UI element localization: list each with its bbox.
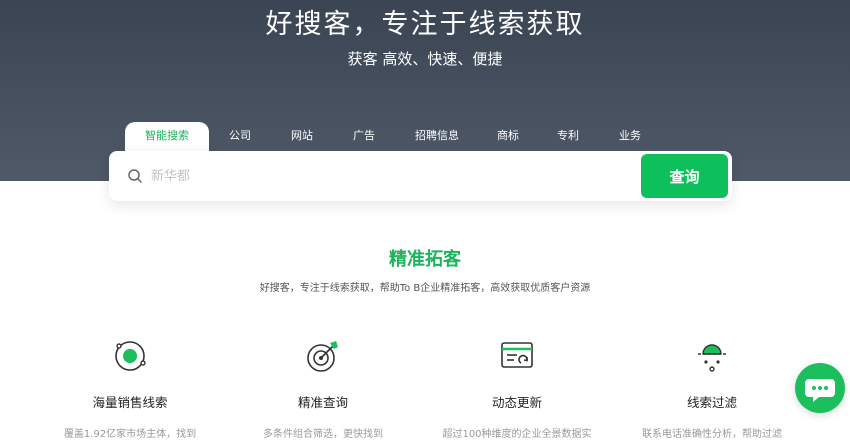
tab-business[interactable]: 业务 — [599, 122, 661, 152]
feature-desc: 联系电话准确性分析，帮助过滤 — [642, 429, 782, 440]
filter-dots-icon — [698, 344, 726, 372]
feature-name: 精准查询 — [297, 395, 348, 410]
chat-bubble-icon — [805, 379, 835, 402]
feature-massive-leads: 海量销售线索 覆盖1.92亿家市场主体，找到 — [55, 336, 205, 440]
feature-lead-filter: 线索过滤 联系电话准确性分析，帮助过滤 — [637, 336, 787, 440]
tab-smart-search[interactable]: 智能搜索 — [125, 122, 209, 152]
section-title: 精准拓客 — [389, 249, 461, 270]
search-input[interactable] — [151, 163, 621, 189]
hero-subtitle: 获客 高效、快速、便捷 — [347, 50, 503, 68]
search-tabs: 智能搜索 公司 网站 广告 招聘信息 商标 专利 业务 — [125, 122, 661, 152]
tab-patent[interactable]: 专利 — [537, 122, 599, 152]
feature-desc: 超过100种维度的企业全景数据实 — [442, 429, 592, 440]
orbit-target-icon — [115, 341, 146, 371]
search-box: 查询 — [109, 151, 732, 201]
tab-ads[interactable]: 广告 — [333, 122, 395, 152]
feature-desc: 覆盖1.92亿家市场主体，找到 — [63, 429, 197, 440]
tab-company[interactable]: 公司 — [209, 122, 271, 152]
dartboard-icon — [307, 341, 338, 372]
tab-website[interactable]: 网站 — [271, 122, 333, 152]
feature-desc: 多条件组合筛选，更快找到 — [263, 429, 383, 440]
feature-name: 海量销售线索 — [92, 395, 168, 410]
feature-name: 线索过滤 — [686, 395, 737, 410]
section-subtitle: 好搜客，专注于线索获取，帮助To B企业精准拓客，高效获取优质客户资源 — [259, 283, 591, 294]
hero-title: 好搜客，专注于线索获取 — [265, 9, 585, 40]
feature-dynamic-update: 动态更新 超过100种维度的企业全景数据实 — [442, 336, 592, 440]
feature-precise-query: 精准查询 多条件组合筛选，更快找到 — [248, 336, 398, 440]
search-button[interactable]: 查询 — [641, 154, 728, 198]
tab-trademark[interactable]: 商标 — [479, 122, 537, 152]
feature-name: 动态更新 — [491, 395, 542, 410]
chat-button[interactable] — [795, 363, 845, 413]
refresh-window-icon — [501, 342, 533, 368]
tab-recruitment[interactable]: 招聘信息 — [395, 122, 479, 152]
search-icon — [128, 169, 142, 183]
